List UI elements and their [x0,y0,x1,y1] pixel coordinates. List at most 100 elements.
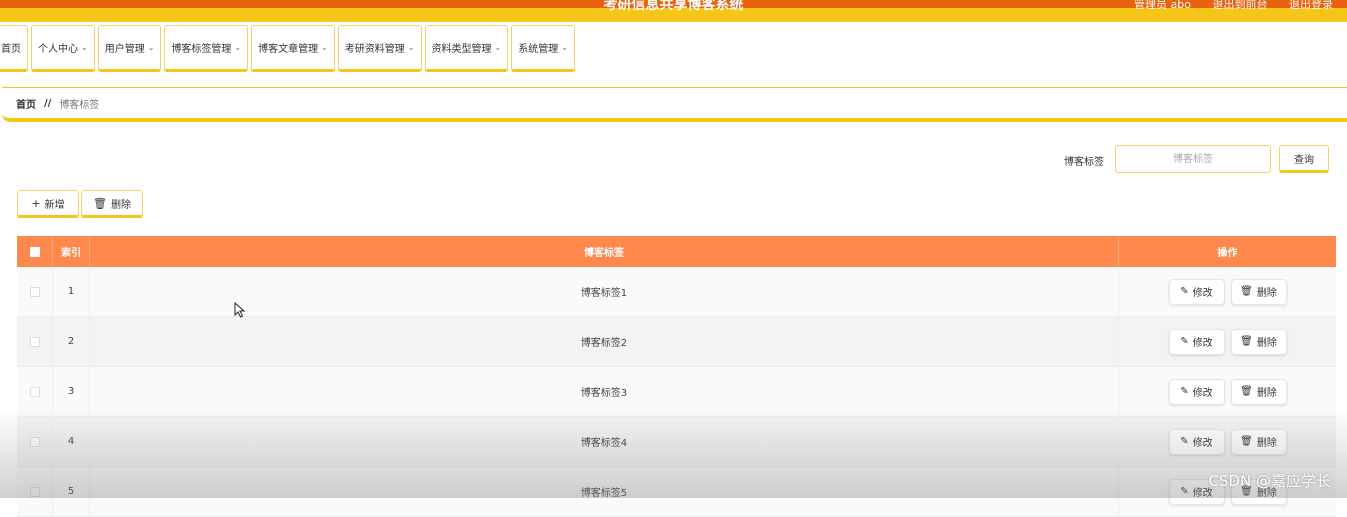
table-row: 2 博客标签2 ✎ 修改 🗑 删除 [17,317,1336,367]
admin-user-label: 管理员 abo [1134,0,1191,11]
trash-icon: 🗑 [1240,386,1253,397]
main-nav: 首页 个人中心 ⌄ 用户管理 ⌄ 博客标签管理 ⌄ 博客文章管理 ⌄ 考研资料管理 ⌄ 资… [0,25,578,72]
breadcrumb: 首页 // 博客标签 [2,87,1347,122]
edit-label: 修改 [1192,388,1213,399]
table-row: 5 博客标签5 ✎ 修改 🗑 删除 [17,467,1336,517]
row-index: 4 [53,417,90,466]
row-tag: 博客标签5 [90,467,1119,516]
delete-button[interactable]: 🗑 删除 [1230,378,1287,405]
row-actions: ✎ 修改 🗑 删除 [1119,367,1336,416]
breadcrumb-current: 博客标签 [59,99,100,111]
edit-button[interactable]: ✎ 修改 [1168,428,1225,455]
edit-icon: ✎ [1180,386,1189,397]
nav-home[interactable]: 首页 [0,25,28,72]
row-checkbox-cell [17,267,53,316]
edit-button[interactable]: ✎ 修改 [1168,378,1225,405]
chevron-down-icon: ⌄ [234,43,242,52]
header-checkbox-cell [17,236,53,267]
trash-icon: 🗑 [1240,286,1253,297]
nav-user-management[interactable]: 用户管理 ⌄ [97,25,162,72]
nav-personal-center[interactable]: 个人中心 ⌄ [31,25,95,72]
trash-icon: 🗑 [1240,336,1253,347]
edit-icon: ✎ [1180,486,1189,497]
table-row: 4 博客标签4 ✎ 修改 🗑 删除 [17,417,1336,467]
nav-blog-tag-management[interactable]: 博客标签管理 ⌄ [164,25,249,72]
plus-icon: + [31,196,41,210]
nav-label: 系统管理 [518,44,559,55]
row-checkbox[interactable] [29,486,40,497]
back-to-front-link[interactable]: 退出到前台 [1213,0,1268,11]
row-index: 2 [53,317,90,366]
top-banner: 考研信息共享博客系统 管理员 abo 退出到前台 退出登录 [0,0,1347,22]
row-tag: 博客标签3 [90,367,1119,416]
chevron-down-icon: ⌄ [147,43,155,52]
delete-button[interactable]: 🗑 删除 [1230,428,1287,455]
delete-label: 删除 [1256,438,1277,449]
table-row: 1 博客标签1 ✎ 修改 🗑 删除 [17,267,1336,317]
delete-label: 删除 [1256,288,1277,299]
query-button[interactable]: 查询 [1279,145,1329,173]
edit-label: 修改 [1192,438,1213,449]
nav-label: 个人中心 [38,44,78,55]
chevron-down-icon: ⌄ [407,43,415,52]
logout-link[interactable]: 退出登录 [1289,0,1333,11]
edit-icon: ✎ [1180,286,1189,297]
row-checkbox[interactable] [29,436,40,447]
chevron-down-icon: ⌄ [81,43,88,52]
edit-label: 修改 [1192,288,1213,299]
nav-label: 博客标签管理 [171,44,232,55]
row-index: 3 [53,367,90,416]
row-checkbox[interactable] [29,336,40,347]
row-checkbox[interactable] [29,286,40,297]
column-header-index: 索引 [53,236,90,267]
nav-label: 博客文章管理 [258,44,319,55]
edit-button[interactable]: ✎ 修改 [1168,328,1225,355]
row-tag: 博客标签4 [90,417,1119,466]
delete-button[interactable]: 🗑 删除 [1230,278,1287,305]
header-user-area: 管理员 abo 退出到前台 退出登录 [1116,0,1333,12]
blog-tag-table: 索引 博客标签 操作 1 博客标签1 ✎ 修改 🗑 删除 2 博客标签2 ✎ 修改 🗑… [17,236,1336,517]
row-checkbox-cell [17,367,53,416]
edit-button[interactable]: ✎ 修改 [1168,278,1225,305]
breadcrumb-separator: // [44,97,52,109]
nav-label: 首页 [1,44,21,55]
csdn-watermark: CSDN @嘉应学长 [1208,472,1331,490]
nav-label: 资料类型管理 [431,44,492,55]
row-actions: ✎ 修改 🗑 删除 [1119,417,1336,466]
chevron-down-icon: ⌄ [494,43,502,52]
column-header-tag: 博客标签 [90,236,1119,267]
row-index: 1 [53,267,90,316]
nav-exam-material-management[interactable]: 考研资料管理 ⌄ [337,25,422,72]
select-all-checkbox[interactable] [29,246,40,257]
row-actions: ✎ 修改 🗑 删除 [1119,267,1336,316]
search-label: 博客标签 [1064,157,1104,168]
edit-label: 修改 [1192,338,1213,349]
row-tag: 博客标签2 [90,317,1119,366]
nav-blog-article-management[interactable]: 博客文章管理 ⌄ [251,25,335,72]
row-checkbox-cell [17,467,53,516]
add-button-label: 新增 [44,199,65,211]
delete-label: 删除 [1256,388,1277,399]
row-index: 5 [53,467,90,516]
nav-system-management[interactable]: 系统管理 ⌄ [511,25,575,72]
batch-delete-label: 删除 [110,199,131,211]
batch-delete-button[interactable]: 🗑 删除 [81,190,143,218]
trash-icon: 🗑 [1240,436,1253,447]
edit-icon: ✎ [1180,436,1189,447]
nav-material-type-management[interactable]: 资料类型管理 ⌄ [424,25,509,72]
trash-icon: 🗑 [93,196,107,210]
row-checkbox-cell [17,317,53,366]
table-header: 索引 博客标签 操作 [17,236,1336,267]
chevron-down-icon: ⌄ [561,43,568,52]
table-row: 3 博客标签3 ✎ 修改 🗑 删除 [17,367,1336,417]
chevron-down-icon: ⌄ [321,43,328,52]
breadcrumb-home[interactable]: 首页 [16,96,36,111]
delete-label: 删除 [1256,338,1277,349]
add-button[interactable]: + 新增 [17,190,79,218]
row-checkbox[interactable] [29,386,40,397]
blog-tag-search-input[interactable] [1115,145,1271,173]
edit-icon: ✎ [1180,336,1189,347]
column-header-actions: 操作 [1217,248,1238,259]
mouse-cursor-icon [234,302,246,318]
delete-button[interactable]: 🗑 删除 [1230,328,1287,355]
